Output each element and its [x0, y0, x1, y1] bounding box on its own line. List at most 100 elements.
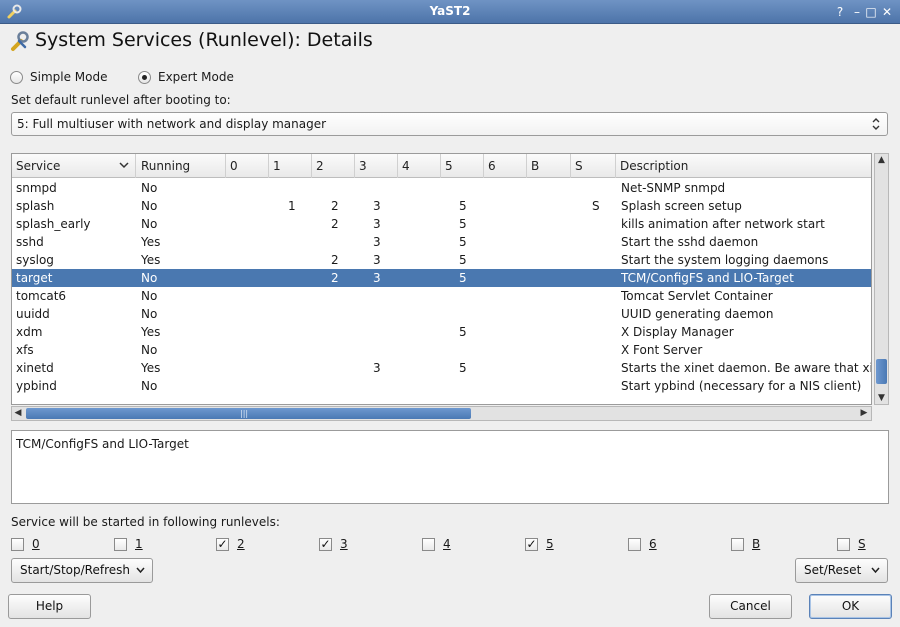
checkbox-empty-icon[interactable] — [114, 537, 127, 551]
horizontal-scrollbar[interactable]: ◀ ||| ▶ — [11, 406, 872, 421]
cell-description: Start ypbind (necessary for a NIS client… — [621, 379, 862, 393]
runlevel-checkbox-4[interactable]: 4 — [422, 536, 451, 552]
runlevel-checkbox-s[interactable]: S — [837, 536, 866, 552]
cell-description: kills animation after network start — [621, 217, 825, 231]
cell-r2: 2 — [331, 253, 339, 267]
runlevel-checkbox-label: 6 — [649, 537, 657, 551]
table-row-selected[interactable]: target No 2 3 5 TCM/ConfigFS and LIO-Target — [12, 269, 871, 287]
checkbox-checked-icon[interactable]: ✓ — [216, 537, 229, 551]
col-runlevel-5[interactable]: 5 — [441, 154, 484, 178]
cell-service: sshd — [16, 235, 44, 249]
cell-service: ypbind — [16, 379, 57, 393]
cell-service: uuidd — [16, 307, 50, 321]
cell-service: xdm — [16, 325, 43, 339]
vertical-scroll-thumb[interactable] — [876, 359, 887, 384]
cell-running: No — [141, 289, 158, 303]
table-row[interactable]: xfs No X Font Server — [12, 341, 871, 359]
checkbox-checked-icon[interactable]: ✓ — [525, 537, 538, 551]
cell-r3: 3 — [373, 199, 381, 213]
runlevel-checkbox-label: 2 — [237, 537, 245, 551]
services-table[interactable]: Service Running 0 1 2 3 4 5 6 B S Descri… — [11, 153, 872, 405]
col-running[interactable]: Running — [137, 154, 226, 178]
col-description[interactable]: Description — [616, 154, 871, 178]
table-row[interactable]: xinetd Yes 3 5 Starts the xinet daemon. Be a… — [12, 359, 871, 377]
vertical-scrollbar[interactable]: ▲ ▼ — [874, 153, 889, 405]
scroll-up-arrow-icon[interactable]: ▲ — [875, 154, 888, 166]
cell-description: Tomcat Servlet Container — [621, 289, 773, 303]
ok-button[interactable]: OK — [809, 594, 892, 619]
table-row[interactable]: snmpd No Net-SNMP snmpd — [12, 179, 871, 197]
cancel-button[interactable]: Cancel — [709, 594, 792, 619]
runlevel-checkbox-b[interactable]: B — [731, 536, 760, 552]
cell-service: xinetd — [16, 361, 54, 375]
cell-service: syslog — [16, 253, 54, 267]
checkbox-empty-icon[interactable] — [628, 537, 641, 551]
runlevel-checkbox-6[interactable]: 6 — [628, 536, 657, 552]
chevron-down-icon — [871, 567, 880, 574]
horizontal-scroll-thumb[interactable]: ||| — [26, 408, 471, 419]
table-row[interactable]: syslog Yes 2 3 5 Start the system logging dae… — [12, 251, 871, 269]
cell-r5: 5 — [459, 271, 467, 285]
cell-description: TCM/ConfigFS and LIO-Target — [621, 271, 794, 285]
col-runlevel-2[interactable]: 2 — [312, 154, 355, 178]
runlevel-checkbox-2[interactable]: ✓ 2 — [216, 536, 245, 552]
maximize-icon[interactable]: □ — [863, 4, 879, 20]
cell-running: Yes — [141, 361, 161, 375]
table-row[interactable]: splash No 1 2 3 5 S Splash screen setup — [12, 197, 871, 215]
table-row[interactable]: splash_early No 2 3 5 kills animation after n… — [12, 215, 871, 233]
set-reset-button[interactable]: Set/Reset — [795, 558, 888, 583]
radio-indicator-checked[interactable] — [138, 70, 151, 84]
help-button[interactable]: Help — [8, 594, 91, 619]
help-question-icon[interactable]: ? — [832, 4, 848, 20]
cell-service: xfs — [16, 343, 34, 357]
runlevel-checkbox-label: 5 — [546, 537, 554, 551]
col-service[interactable]: Service — [12, 154, 136, 178]
col-runlevel-b[interactable]: B — [527, 154, 571, 178]
runlevel-checkbox-5[interactable]: ✓ 5 — [525, 536, 554, 552]
scroll-right-arrow-icon[interactable]: ▶ — [858, 407, 870, 420]
expert-mode-label: Expert Mode — [158, 70, 234, 84]
cell-r5: 5 — [459, 325, 467, 339]
cell-running: No — [141, 271, 158, 285]
grip-icon: ||| — [240, 409, 249, 418]
checkbox-empty-icon[interactable] — [731, 537, 744, 551]
cell-service: tomcat6 — [16, 289, 67, 303]
table-row[interactable]: tomcat6 No Tomcat Servlet Container — [12, 287, 871, 305]
radio-indicator[interactable] — [10, 70, 23, 84]
col-runlevel-1[interactable]: 1 — [269, 154, 312, 178]
col-runlevel-s[interactable]: S — [571, 154, 616, 178]
table-row[interactable]: xdm Yes 5 X Display Manager — [12, 323, 871, 341]
checkbox-empty-icon[interactable] — [422, 537, 435, 551]
close-icon[interactable]: ✕ — [879, 4, 895, 20]
title-bar[interactable]: YaST2 ? – □ ✕ — [0, 0, 900, 24]
checkbox-empty-icon[interactable] — [11, 537, 24, 551]
col-runlevel-6[interactable]: 6 — [484, 154, 527, 178]
col-runlevel-3[interactable]: 3 — [355, 154, 398, 178]
runlevel-checkbox-0[interactable]: 0 — [11, 536, 40, 552]
cell-r3: 3 — [373, 361, 381, 375]
cell-service: snmpd — [16, 181, 57, 195]
table-header: Service Running 0 1 2 3 4 5 6 B S Descri… — [12, 154, 871, 178]
table-row[interactable]: uuidd No UUID generating daemon — [12, 305, 871, 323]
checkbox-checked-icon[interactable]: ✓ — [319, 537, 332, 551]
cell-description: X Font Server — [621, 343, 703, 357]
cell-r5: 5 — [459, 253, 467, 267]
expert-mode-radio[interactable]: Expert Mode — [138, 68, 234, 86]
default-runlevel-combo[interactable]: 5: Full multiuser with network and displ… — [11, 112, 888, 136]
cell-description: Net-SNMP snmpd — [621, 181, 726, 195]
start-stop-refresh-button[interactable]: Start/Stop/Refresh — [11, 558, 153, 583]
scroll-down-arrow-icon[interactable]: ▼ — [875, 392, 888, 404]
table-row[interactable]: ypbind No Start ypbind (necessary for a NI… — [12, 377, 871, 395]
col-runlevel-0[interactable]: 0 — [226, 154, 269, 178]
checkbox-empty-icon[interactable] — [837, 537, 850, 551]
cell-description: X Display Manager — [621, 325, 734, 339]
col-runlevel-4[interactable]: 4 — [398, 154, 441, 178]
table-row[interactable]: sshd Yes 3 5 Start the sshd daemon — [12, 233, 871, 251]
runlevel-checkbox-3[interactable]: ✓ 3 — [319, 536, 348, 552]
wrench-screwdriver-icon — [11, 31, 29, 51]
simple-mode-radio[interactable]: Simple Mode — [10, 68, 107, 86]
runlevel-checkbox-1[interactable]: 1 — [114, 536, 143, 552]
cell-running: No — [141, 181, 158, 195]
cell-r5: 5 — [459, 217, 467, 231]
scroll-left-arrow-icon[interactable]: ◀ — [12, 407, 24, 420]
